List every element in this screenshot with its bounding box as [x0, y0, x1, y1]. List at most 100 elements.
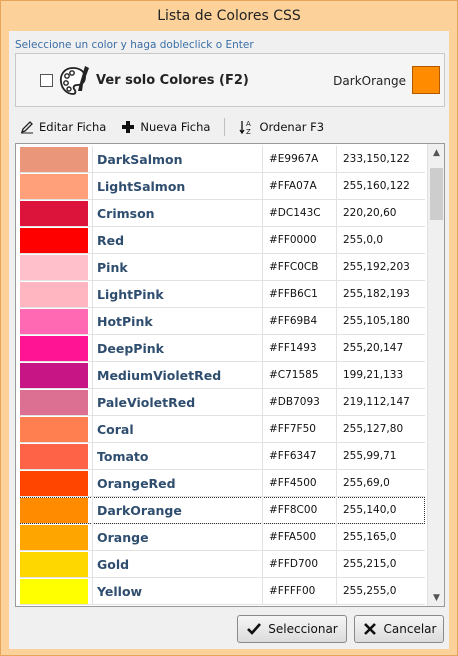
- table-row[interactable]: MediumVioletRed #C71585 199,21,133: [20, 362, 425, 389]
- rgb-value-cell: 255,215,0: [336, 551, 425, 578]
- toolbar-separator: [224, 118, 226, 136]
- color-swatch: [20, 390, 88, 415]
- hex-code-cell: #FFA07A: [262, 173, 336, 200]
- rgb-value-cell: 233,150,122: [336, 146, 425, 173]
- sort-button[interactable]: A Z Ordenar F3: [239, 119, 324, 135]
- table-row[interactable]: PaleVioletRed #DB7093 219,112,147: [20, 389, 425, 416]
- grid-rows: DarkSalmon #E9967A 233,150,122 LightSalmon #…: [20, 146, 425, 605]
- table-row[interactable]: Pink #FFC0CB 255,192,203: [20, 254, 425, 281]
- table-row[interactable]: HotPink #FF69B4 255,105,180: [20, 308, 425, 335]
- hex-code-cell: #FF6347: [262, 443, 336, 470]
- client-area: Seleccione un color y haga dobleclick o …: [9, 31, 449, 649]
- color-swatch: [20, 471, 88, 496]
- color-swatch: [20, 309, 88, 334]
- rgb-value-cell: 255,99,71: [336, 443, 425, 470]
- table-row[interactable]: Coral #FF7F50 255,127,80: [20, 416, 425, 443]
- color-name-cell: Coral: [92, 416, 262, 443]
- hex-code-cell: #FFB6C1: [262, 281, 336, 308]
- table-row[interactable]: Crimson #DC143C 220,20,60: [20, 200, 425, 227]
- show-only-colors-label[interactable]: Ver solo Colores (F2): [96, 73, 249, 88]
- color-swatch: [20, 336, 88, 361]
- pencil-icon: [20, 121, 33, 134]
- rgb-value-cell: 255,0,0: [336, 227, 425, 254]
- color-name-cell: Orange: [92, 524, 262, 551]
- table-row[interactable]: Yellow #FFFF00 255,255,0: [20, 578, 425, 605]
- table-row[interactable]: LightPink #FFB6C1 255,182,193: [20, 281, 425, 308]
- color-name-cell: MediumVioletRed: [92, 362, 262, 389]
- close-icon: [363, 623, 376, 635]
- selected-color-swatch: [412, 66, 440, 94]
- new-record-button[interactable]: Nueva Ficha: [120, 119, 210, 135]
- table-row[interactable]: DeepPink #FF1493 255,20,147: [20, 335, 425, 362]
- hex-code-cell: #FFC0CB: [262, 254, 336, 281]
- color-swatch: [20, 444, 88, 469]
- sort-az-icon: A Z: [239, 120, 251, 135]
- color-name-cell: Red: [92, 227, 262, 254]
- color-swatch: [20, 201, 88, 226]
- hex-code-cell: #FF1493: [262, 335, 336, 362]
- color-swatch: [20, 525, 88, 550]
- color-swatch: [20, 552, 88, 577]
- color-name-cell: Yellow: [92, 578, 262, 605]
- color-name-cell: PaleVioletRed: [92, 389, 262, 416]
- table-row[interactable]: DarkSalmon #E9967A 233,150,122: [20, 146, 425, 173]
- rgb-value-cell: 219,112,147: [336, 389, 425, 416]
- color-name-cell: OrangeRed: [92, 470, 262, 497]
- hex-code-cell: #DC143C: [262, 200, 336, 227]
- scroll-thumb[interactable]: [430, 168, 443, 220]
- color-swatch: [20, 363, 88, 388]
- select-button[interactable]: Seleccionar: [237, 615, 347, 643]
- rgb-value-cell: 255,182,193: [336, 281, 425, 308]
- color-name-cell: DarkOrange: [92, 497, 262, 524]
- table-row[interactable]: LightSalmon #FFA07A 255,160,122: [20, 173, 425, 200]
- hex-code-cell: #FF4500: [262, 470, 336, 497]
- rgb-value-cell: 255,127,80: [336, 416, 425, 443]
- sort-label: Ordenar F3: [259, 120, 325, 134]
- color-name-cell: Crimson: [92, 200, 262, 227]
- edit-record-label: Editar Ficha: [39, 120, 107, 134]
- rgb-value-cell: 199,21,133: [336, 362, 425, 389]
- color-swatch: [20, 498, 88, 523]
- table-row[interactable]: Tomato #FF6347 255,99,71: [20, 443, 425, 470]
- plus-icon: [122, 121, 135, 133]
- hex-code-cell: #DB7093: [262, 389, 336, 416]
- show-only-colors-checkbox[interactable]: [40, 74, 53, 87]
- color-swatch: [20, 174, 88, 199]
- toolbar: Editar Ficha Nueva Ficha A Z Ordenar F3: [15, 115, 445, 139]
- scroll-up-arrow[interactable]: ▲: [428, 144, 444, 161]
- table-row[interactable]: Gold #FFD700 255,215,0: [20, 551, 425, 578]
- hex-code-cell: #FFD700: [262, 551, 336, 578]
- cancel-button[interactable]: Cancelar: [354, 615, 444, 643]
- checkmark-icon: [247, 623, 262, 635]
- color-name-cell: HotPink: [92, 308, 262, 335]
- scroll-down-arrow[interactable]: ▼: [428, 589, 444, 606]
- hex-code-cell: #FF0000: [262, 227, 336, 254]
- table-row[interactable]: Red #FF0000 255,0,0: [20, 227, 425, 254]
- edit-record-button[interactable]: Editar Ficha: [19, 119, 106, 135]
- color-grid[interactable]: DarkSalmon #E9967A 233,150,122 LightSalmon #…: [15, 143, 445, 607]
- svg-text:A: A: [246, 120, 251, 128]
- hex-code-cell: #FF8C00: [262, 497, 336, 524]
- rgb-value-cell: 255,105,180: [336, 308, 425, 335]
- color-name-cell: LightPink: [92, 281, 262, 308]
- rgb-value-cell: 255,160,122: [336, 173, 425, 200]
- vertical-scrollbar[interactable]: ▲ ▼: [427, 144, 444, 606]
- color-name-cell: DeepPink: [92, 335, 262, 362]
- color-swatch: [20, 579, 88, 604]
- hex-code-cell: #E9967A: [262, 146, 336, 173]
- svg-text:Z: Z: [246, 128, 251, 135]
- hex-code-cell: #FFFF00: [262, 578, 336, 605]
- filter-panel: Ver solo Colores (F2) DarkOrange: [15, 53, 445, 107]
- rgb-value-cell: 255,165,0: [336, 524, 425, 551]
- color-name-cell: Tomato: [92, 443, 262, 470]
- color-name-cell: DarkSalmon: [92, 146, 262, 173]
- hex-code-cell: #FFA500: [262, 524, 336, 551]
- rgb-value-cell: 255,140,0: [336, 497, 425, 524]
- table-row[interactable]: Orange #FFA500 255,165,0: [20, 524, 425, 551]
- color-swatch: [20, 417, 88, 442]
- hex-code-cell: #FF69B4: [262, 308, 336, 335]
- table-row[interactable]: OrangeRed #FF4500 255,69,0: [20, 470, 425, 497]
- color-swatch: [20, 255, 88, 280]
- table-row[interactable]: DarkOrange #FF8C00 255,140,0: [20, 497, 425, 524]
- color-swatch: [20, 228, 88, 253]
